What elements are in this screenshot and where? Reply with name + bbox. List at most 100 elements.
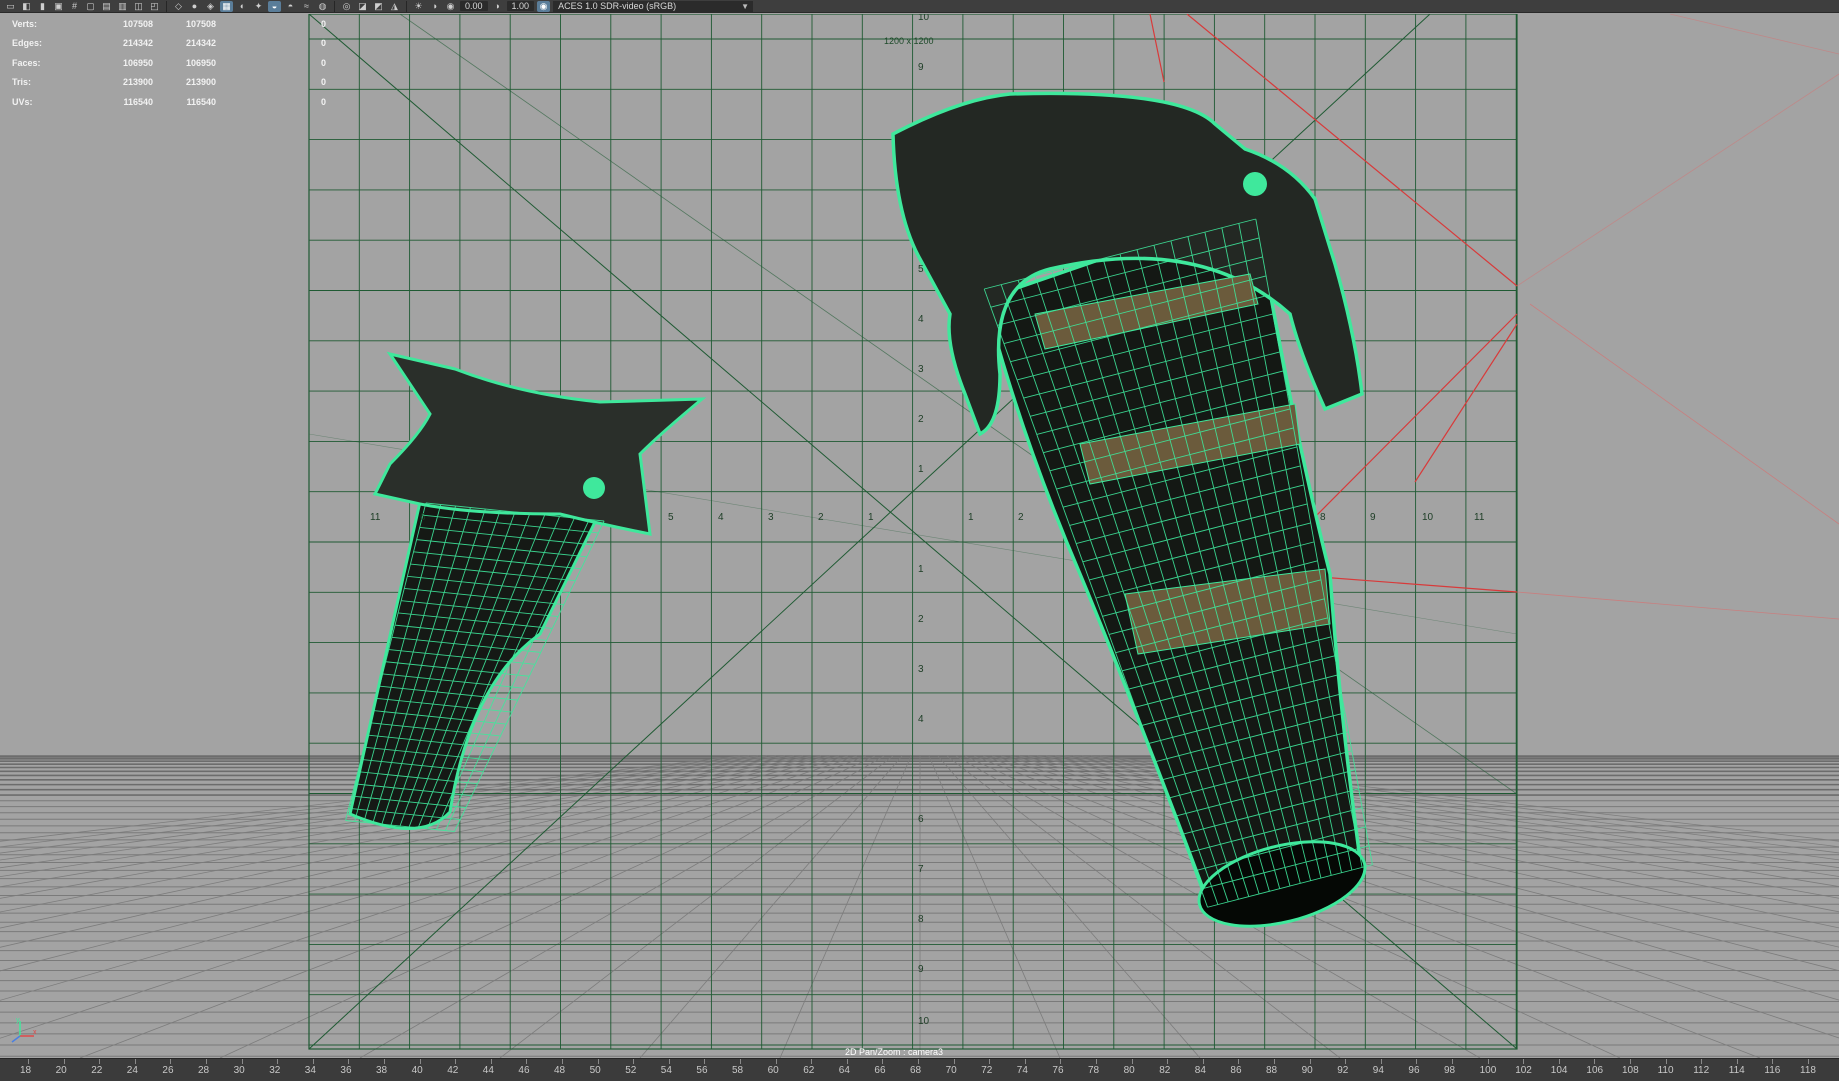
timeline-tick bbox=[597, 1059, 599, 1064]
timeline-frame-label: 24 bbox=[126, 1065, 138, 1076]
hud-row: Tris: 213900 213900 0 bbox=[12, 73, 326, 93]
grid-label: 1 bbox=[918, 564, 924, 575]
timeline-tick bbox=[562, 1059, 563, 1064]
isolate-select-icon[interactable]: ◎ bbox=[340, 1, 353, 12]
bookmark-icon[interactable]: ▮ bbox=[36, 1, 49, 12]
poly-count-hud: Verts: 107508 107508 0 Edges: 214342 214342 0 Fa… bbox=[12, 14, 326, 112]
timeline-tick bbox=[1096, 1059, 1097, 1064]
timeline-frame-label: 88 bbox=[1266, 1065, 1278, 1076]
timeline-tick bbox=[99, 1059, 101, 1064]
exposure-icon[interactable]: ☀ bbox=[412, 1, 425, 12]
floor-grid-ray bbox=[937, 755, 1201, 1058]
xray-icon[interactable]: ◪ bbox=[356, 1, 369, 12]
timeline-frame-label: 82 bbox=[1159, 1065, 1171, 1076]
grid-label: 10 bbox=[918, 1016, 930, 1027]
timeline-tick bbox=[1452, 1059, 1453, 1064]
timeline-frame-label: 18 bbox=[20, 1065, 32, 1076]
timeline-frame-label: 84 bbox=[1194, 1065, 1206, 1076]
grid-label: 6 bbox=[918, 814, 924, 825]
grid-label: 4 bbox=[918, 714, 924, 725]
grid-label: 11 bbox=[370, 512, 381, 523]
timeline-frame-label: 108 bbox=[1622, 1065, 1639, 1076]
timeline-frame-label: 30 bbox=[233, 1065, 245, 1076]
time-slider[interactable]: 18 20 22 24 26 28 30 32 34 36 38 40 42 44 46 48 50 52 54 56… bbox=[0, 1058, 1839, 1081]
timeline-frame-label: 96 bbox=[1408, 1065, 1420, 1076]
wireframe-icon[interactable]: ◇ bbox=[172, 1, 185, 12]
field-chart-icon[interactable]: ▥ bbox=[116, 1, 129, 12]
grid-label: 1 bbox=[968, 512, 974, 523]
timeline-tick bbox=[455, 1059, 457, 1064]
motion-blur-icon[interactable]: ≈ bbox=[300, 1, 313, 12]
timeline-frame-label: 110 bbox=[1657, 1065, 1674, 1076]
hud-stat-label: Faces: bbox=[12, 57, 41, 68]
timeline-frame-label: 40 bbox=[411, 1065, 423, 1076]
textured-icon[interactable]: ◐ bbox=[236, 1, 249, 12]
gamma-icon-toggle[interactable]: ◑ bbox=[491, 1, 504, 12]
timeline-frame-label: 102 bbox=[1515, 1065, 1532, 1076]
camera-attributes-icon[interactable]: ◧ bbox=[20, 1, 33, 12]
timeline-frame-label: 60 bbox=[767, 1065, 779, 1076]
pivot-handle-right bbox=[1243, 172, 1267, 196]
view-transform-icon[interactable]: ◉ bbox=[537, 0, 551, 12]
grid-label: 11 bbox=[1474, 512, 1485, 523]
ambient-occlusion-icon[interactable]: ◓ bbox=[284, 1, 297, 12]
timeline-tick bbox=[170, 1059, 172, 1064]
toolbar-separator bbox=[406, 0, 407, 12]
bounding-box-icon[interactable]: ▦ bbox=[220, 0, 233, 12]
timeline-frame-label: 104 bbox=[1550, 1065, 1568, 1076]
shaded-wireframe-icon[interactable]: ◈ bbox=[204, 1, 217, 12]
viewport-canvas[interactable]: 11 6 5 4 3 2 1 1 2 8 9 10 11109543211234678910 bbox=[0, 14, 1839, 1058]
grid-label: 8 bbox=[918, 914, 924, 925]
gamma-field[interactable]: 1.00 bbox=[506, 1, 535, 11]
svg-text:y: y bbox=[16, 1017, 20, 1024]
hud-stat-triangles: 0 bbox=[320, 96, 326, 107]
xray-joints-icon[interactable]: ◩ bbox=[372, 1, 385, 12]
film-gate-icon[interactable]: ▢ bbox=[84, 1, 97, 12]
viewport-panel[interactable]: 11 6 5 4 3 2 1 1 2 8 9 10 11 10 9 5 4 3 2 1 1 2 3 4 6 7 8 9 10 1200 … bbox=[0, 14, 1839, 1058]
timeline-frame-label: 34 bbox=[304, 1065, 316, 1076]
hud-stat-value: 214342 bbox=[122, 38, 153, 49]
view-axis-icon: y x bbox=[11, 1017, 37, 1043]
backface-icon[interactable]: ◮ bbox=[388, 1, 401, 12]
timeline-frame-label: 116 bbox=[1764, 1065, 1781, 1076]
lights-icon[interactable]: ✦ bbox=[252, 1, 265, 12]
chevron-down-icon: ▼ bbox=[741, 1, 750, 11]
timeline-frame-label: 100 bbox=[1479, 1065, 1497, 1076]
color-management-icon[interactable]: ◉ bbox=[444, 1, 457, 12]
timeline-tick bbox=[1238, 1059, 1240, 1064]
resolution-gate-icon[interactable]: ▤ bbox=[100, 1, 113, 12]
timeline-tick bbox=[1558, 1059, 1560, 1064]
hud-stat-label: Edges: bbox=[12, 38, 43, 49]
timeline-frame-label: 70 bbox=[945, 1065, 957, 1076]
timeline-tick bbox=[1701, 1059, 1703, 1064]
safe-title-icon[interactable]: ◰ bbox=[148, 1, 161, 12]
safe-action-icon[interactable]: ◫ bbox=[132, 1, 145, 12]
grid-label: 3 bbox=[918, 664, 924, 675]
shadows-icon[interactable]: ◒ bbox=[268, 0, 281, 12]
smooth-shade-icon[interactable]: ● bbox=[188, 1, 201, 12]
image-plane-icon[interactable]: ▣ bbox=[52, 1, 65, 12]
grid-label: 9 bbox=[918, 964, 924, 975]
hud-row: Edges: 214342 214342 0 bbox=[12, 34, 326, 54]
timeline-tick bbox=[277, 1059, 279, 1064]
timeline-tick bbox=[1594, 1059, 1596, 1064]
gauntlet-model-right bbox=[891, 91, 1373, 928]
timeline-frame-label: 72 bbox=[981, 1065, 993, 1076]
camera-select-icon[interactable]: ▭ bbox=[4, 1, 17, 12]
color-space-dropdown[interactable]: ACES 1.0 SDR-video (sRGB) ▼ bbox=[553, 0, 754, 12]
timeline-frame-label: 68 bbox=[910, 1065, 922, 1076]
exposure-field[interactable]: 0.00 bbox=[460, 1, 488, 11]
timeline-frame-label: 64 bbox=[838, 1065, 850, 1076]
timeline-frame-label: 92 bbox=[1337, 1065, 1349, 1076]
timeline-tick bbox=[918, 1059, 919, 1064]
antialiasing-icon[interactable]: ◍ bbox=[316, 1, 329, 12]
toolbar-separator bbox=[334, 0, 335, 12]
grid-icon[interactable]: # bbox=[68, 1, 81, 12]
timeline-frame-label: 56 bbox=[696, 1065, 708, 1076]
hud-row: Verts: 107508 107508 0 bbox=[12, 14, 326, 34]
timeline-tick bbox=[419, 1059, 421, 1064]
timeline-frame-label: 76 bbox=[1052, 1065, 1064, 1076]
timeline-frame-label: 36 bbox=[340, 1065, 352, 1076]
gamma-icon[interactable]: ◑ bbox=[428, 1, 441, 12]
timeline-tick bbox=[1274, 1059, 1275, 1064]
